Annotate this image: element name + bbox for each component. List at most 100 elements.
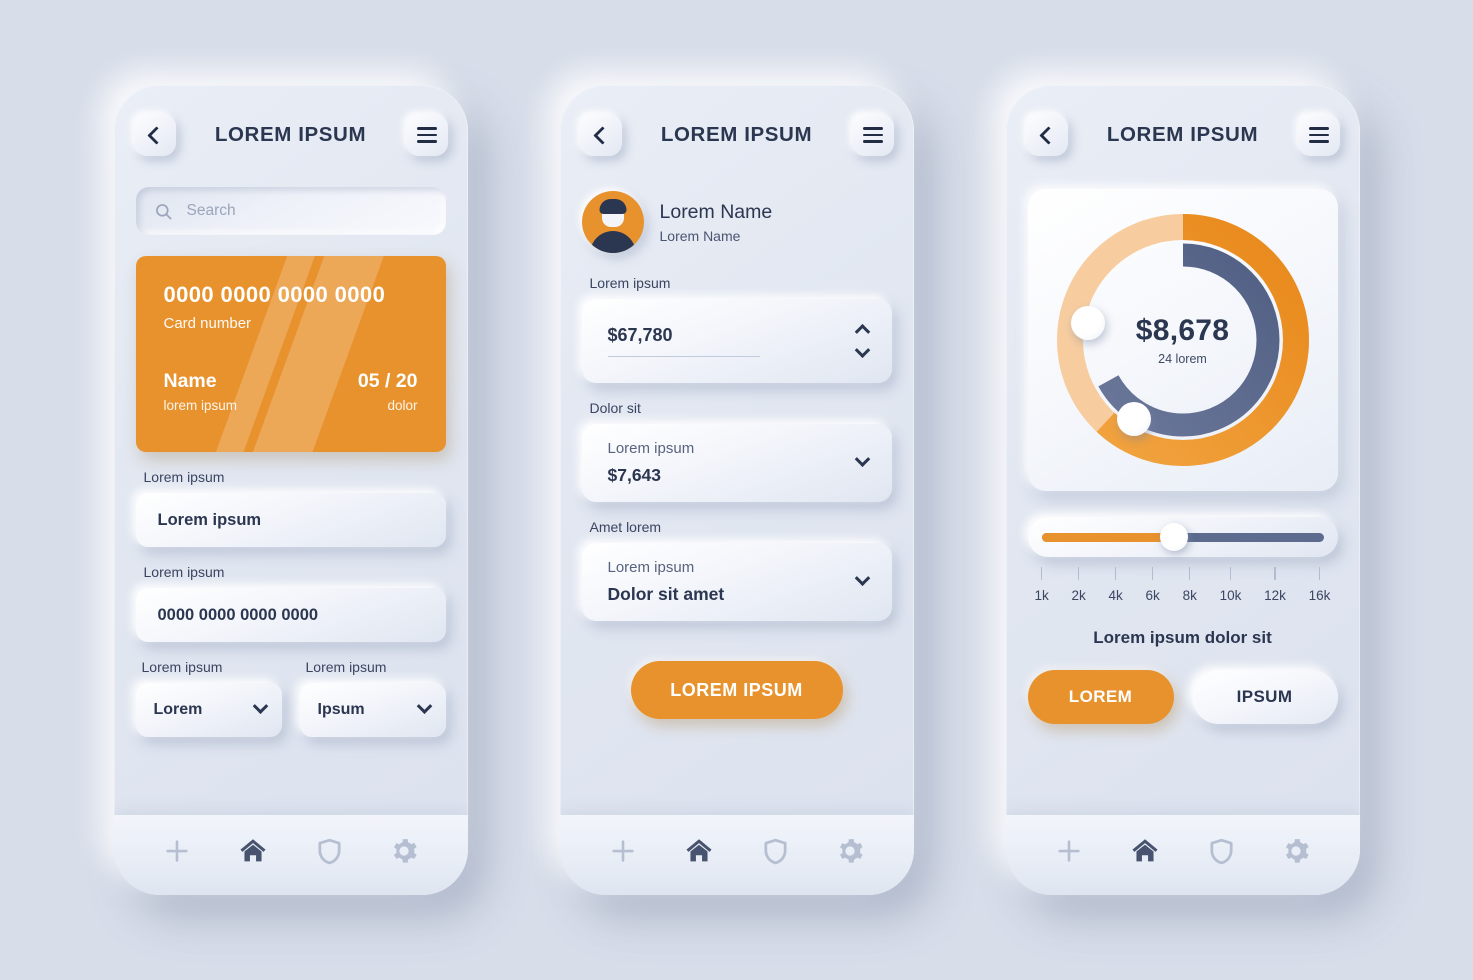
home-icon[interactable] <box>1129 835 1161 867</box>
chevron-left-icon <box>593 125 612 145</box>
dropdown-1[interactable]: Lorem ipsum $7,643 <box>581 424 892 502</box>
select-1-label: Lorem ipsum <box>141 659 223 675</box>
range-slider[interactable] <box>1027 517 1338 557</box>
chevron-down-icon[interactable] <box>854 342 870 359</box>
gear-icon[interactable] <box>1281 836 1311 866</box>
phone-screen-2: LOREM IPSUM Lorem Name Lorem Name Lorem … <box>559 85 914 895</box>
tick: 1k <box>1035 567 1049 603</box>
slider-ticks: 1k 2k 4k 6k 8k 10k 12k 16k <box>1028 567 1338 603</box>
bottom-navigation <box>1005 815 1360 895</box>
field-2-label: Lorem ipsum <box>143 564 225 580</box>
header: LOREM IPSUM <box>560 85 914 185</box>
bottom-navigation <box>113 815 468 895</box>
hamburger-menu-icon <box>416 127 437 143</box>
amount-stepper[interactable]: $67,780 <box>581 299 892 383</box>
dropdown-2-hint: Lorem ipsum <box>607 559 695 576</box>
hamburger-menu-icon <box>862 127 883 143</box>
field-2-input[interactable]: 0000 0000 0000 0000 <box>135 588 446 642</box>
shield-icon[interactable] <box>1207 837 1236 866</box>
shield-icon[interactable] <box>315 837 344 866</box>
pill-primary[interactable]: LOREM <box>1027 670 1174 724</box>
chevron-left-icon <box>1039 125 1058 145</box>
plus-icon[interactable] <box>608 836 638 866</box>
card-number: 0000 0000 0000 0000 <box>163 282 386 307</box>
gear-icon[interactable] <box>389 836 419 866</box>
donut-chart[interactable]: $8,678 24 lorem <box>1047 204 1319 476</box>
select-1[interactable]: Lorem <box>135 683 282 737</box>
pill-secondary[interactable]: IPSUM <box>1191 670 1338 724</box>
header: LOREM IPSUM <box>114 85 468 185</box>
screens-container: LOREM IPSUM Search 0000 0000 0000 0000 C… <box>0 0 1473 980</box>
donut-center: $8,678 24 lorem <box>1047 204 1319 476</box>
donut-caption: 24 lorem <box>1158 352 1207 366</box>
back-button[interactable] <box>579 114 622 156</box>
card-expiry-label: dolor <box>387 398 418 413</box>
donut-chart-card: $8,678 24 lorem <box>1027 189 1338 491</box>
submit-button[interactable]: LOREM IPSUM <box>630 661 843 719</box>
credit-card[interactable]: 0000 0000 0000 0000 Card number Name lor… <box>135 256 446 452</box>
chart-caption: Lorem ipsum dolor sit <box>1093 628 1272 647</box>
gear-icon[interactable] <box>835 836 865 866</box>
plus-icon[interactable] <box>162 836 192 866</box>
bottom-navigation <box>559 815 914 895</box>
dropdown-1-value: $7,643 <box>607 465 662 485</box>
avatar <box>581 191 644 253</box>
field-1-input[interactable]: Lorem ipsum <box>135 493 446 547</box>
card-holder-name: Name <box>163 370 217 392</box>
plus-icon[interactable] <box>1054 836 1084 866</box>
tick: 8k <box>1183 567 1197 603</box>
stepper-arrows <box>854 322 870 360</box>
chevron-left-icon <box>147 125 166 145</box>
tick: 10k <box>1220 567 1241 603</box>
header: LOREM IPSUM <box>1006 85 1360 185</box>
menu-button[interactable] <box>851 114 894 156</box>
card-expiry: 05 / 20 <box>357 370 418 392</box>
phone-screen-1: LOREM IPSUM Search 0000 0000 0000 0000 C… <box>113 85 468 895</box>
search-placeholder: Search <box>186 202 236 219</box>
search-input[interactable]: Search <box>135 187 446 235</box>
tick: 16k <box>1309 567 1330 603</box>
home-icon[interactable] <box>237 835 269 867</box>
select-2-value: Ipsum <box>317 701 365 718</box>
page-title: LOREM IPSUM <box>214 123 367 146</box>
select-2[interactable]: Ipsum <box>299 683 446 737</box>
select-2-label: Lorem ipsum <box>305 659 387 675</box>
slider-track[interactable] <box>1041 523 1324 551</box>
screen-1-content: Search 0000 0000 0000 0000 Card number N… <box>114 185 468 815</box>
search-icon <box>155 203 171 219</box>
tick: 4k <box>1109 567 1123 603</box>
menu-button[interactable] <box>1297 114 1340 156</box>
stepper-value: $67,780 <box>607 325 760 357</box>
dropdown-1-hint: Lorem ipsum <box>607 440 695 457</box>
slider-fill <box>1041 532 1175 542</box>
dropdown-1-label: Dolor sit <box>589 400 641 416</box>
slider-thumb[interactable] <box>1160 523 1189 551</box>
chevron-down-icon <box>854 569 870 586</box>
page-title: LOREM IPSUM <box>1106 123 1259 146</box>
profile-subtitle: Lorem Name <box>659 227 741 244</box>
chevron-down-icon <box>252 697 268 714</box>
chevron-down-icon <box>854 450 870 467</box>
phone-screen-3: LOREM IPSUM $8,678 24 lorem 1k 2k 4k 6k … <box>1005 85 1360 895</box>
page-title: LOREM IPSUM <box>660 123 813 146</box>
tick: 2k <box>1072 567 1086 603</box>
tick: 12k <box>1264 567 1286 603</box>
stepper-label: Lorem ipsum <box>589 275 671 291</box>
dropdown-2[interactable]: Lorem ipsum Dolor sit amet <box>581 543 892 621</box>
menu-button[interactable] <box>405 114 448 156</box>
field-1-label: Lorem ipsum <box>143 469 225 485</box>
profile-row[interactable]: Lorem Name Lorem Name <box>581 191 892 253</box>
profile-name: Lorem Name <box>659 200 773 223</box>
select-row: Lorem ipsum Lorem Lorem ipsum Ipsum <box>135 642 446 737</box>
home-icon[interactable] <box>683 835 715 867</box>
chevron-up-icon[interactable] <box>854 323 870 340</box>
select-1-value: Lorem <box>153 701 203 718</box>
card-number-label: Card number <box>163 315 252 332</box>
screen-3-content: $8,678 24 lorem 1k 2k 4k 6k 8k 10k 12k 1… <box>1006 185 1360 815</box>
back-button[interactable] <box>1025 114 1068 156</box>
screen-2-content: Lorem Name Lorem Name Lorem ipsum $67,78… <box>560 185 914 815</box>
dropdown-2-value: Dolor sit amet <box>607 584 725 604</box>
back-button[interactable] <box>133 114 176 156</box>
shield-icon[interactable] <box>761 837 790 866</box>
toggle-button-group: LOREM IPSUM <box>1027 670 1338 724</box>
